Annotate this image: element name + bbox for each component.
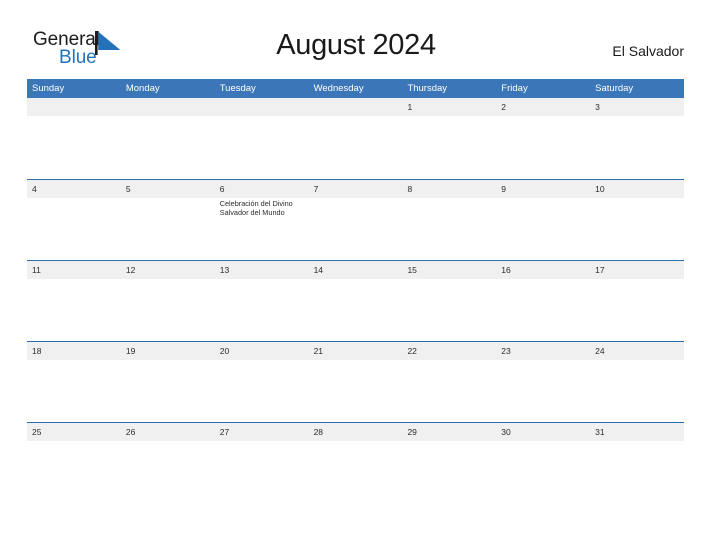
day-number: 20	[219, 346, 230, 356]
weekday-saturday: Saturday	[595, 83, 634, 94]
day-cell[interactable]: 31	[590, 423, 684, 503]
day-number: 26	[125, 427, 136, 437]
weekday-friday: Friday	[501, 83, 528, 94]
calendar-weeks: 1 2 3 4 5 6 Celebración del Divino Salvador de…	[27, 98, 684, 503]
holiday-event: Celebración del Divino Salvador del Mund…	[219, 199, 293, 218]
weekday-monday: Monday	[125, 83, 160, 94]
day-number: 14	[313, 265, 324, 275]
day-cell[interactable]: 30	[496, 423, 590, 503]
week-row: 11 12 13 14 15 16 17	[27, 260, 684, 341]
day-cell[interactable]: 22	[402, 342, 496, 422]
day-cell[interactable]: 20	[215, 342, 309, 422]
day-number: 23	[501, 346, 511, 356]
calendar-grid: Sunday Monday Tuesday Wednesday Thursday…	[27, 79, 684, 503]
country-label: El Salvador	[612, 43, 684, 59]
day-number: 12	[125, 265, 136, 275]
page-header: General Blue August 2024 El Salvador	[0, 0, 712, 79]
day-cell[interactable]: 2	[496, 98, 590, 179]
day-cell[interactable]: 17	[590, 261, 684, 341]
day-number: 27	[219, 427, 230, 437]
day-number: 19	[125, 346, 136, 356]
day-number: 13	[219, 265, 230, 275]
day-cell[interactable]: 14	[309, 261, 403, 341]
day-number	[220, 98, 305, 116]
day-cell[interactable]: 9	[496, 180, 590, 260]
day-number: 6	[219, 184, 225, 194]
day-number: 11	[32, 265, 41, 275]
day-number: 22	[407, 346, 417, 356]
day-number: 10	[595, 184, 605, 194]
day-events: Celebración del Divino Salvador del Mund…	[220, 198, 305, 217]
day-number: 29	[407, 427, 417, 437]
day-number: 1	[407, 102, 413, 112]
day-cell[interactable]: 5	[121, 180, 215, 260]
day-cell[interactable]: 6 Celebración del Divino Salvador del Mun…	[215, 180, 309, 260]
day-cell[interactable]: 25	[27, 423, 121, 503]
week-row: 25 26 27 28 29 30 31	[27, 422, 684, 503]
day-number: 21	[313, 346, 324, 356]
weekday-thursday: Thursday	[407, 83, 448, 94]
day-cell[interactable]: 4	[27, 180, 121, 260]
day-cell[interactable]: 8	[402, 180, 496, 260]
day-number: 15	[407, 265, 417, 275]
day-number	[314, 98, 399, 116]
day-cell[interactable]: 11	[27, 261, 121, 341]
day-number: 5	[125, 184, 131, 194]
day-cell-empty	[121, 98, 215, 179]
day-cell[interactable]: 13	[215, 261, 309, 341]
day-number: 28	[313, 427, 324, 437]
day-cell[interactable]: 7	[309, 180, 403, 260]
page-title: August 2024	[276, 29, 436, 61]
day-number: 16	[501, 265, 511, 275]
day-number: 7	[313, 184, 319, 194]
day-number: 8	[407, 184, 413, 194]
day-cell-empty	[215, 98, 309, 179]
day-cell[interactable]: 23	[496, 342, 590, 422]
day-number: 18	[32, 346, 42, 356]
weekday-sunday: Sunday	[32, 83, 65, 94]
day-cell[interactable]: 19	[121, 342, 215, 422]
week-row: 1 2 3	[27, 98, 684, 179]
day-number: 3	[595, 102, 600, 112]
day-number: 2	[501, 102, 507, 112]
day-number: 17	[595, 265, 605, 275]
day-cell[interactable]: 24	[590, 342, 684, 422]
day-cell[interactable]: 10	[590, 180, 684, 260]
week-row: 18 19 20 21 22 23 24	[27, 341, 684, 422]
day-cell-empty	[27, 98, 121, 179]
day-number	[126, 98, 211, 116]
day-number	[32, 98, 117, 116]
day-number: 30	[501, 427, 511, 437]
day-number: 9	[501, 184, 507, 194]
day-cell[interactable]: 15	[402, 261, 496, 341]
day-number: 31	[595, 427, 605, 437]
day-number: 25	[32, 427, 42, 437]
weekday-wednesday: Wednesday	[313, 83, 364, 94]
day-cell[interactable]: 26	[121, 423, 215, 503]
day-cell[interactable]: 27	[215, 423, 309, 503]
day-number: 4	[32, 184, 37, 194]
day-cell[interactable]: 28	[309, 423, 403, 503]
day-cell[interactable]: 3	[590, 98, 684, 179]
day-cell-empty	[309, 98, 403, 179]
day-cell[interactable]: 29	[402, 423, 496, 503]
weekday-tuesday: Tuesday	[219, 83, 256, 94]
day-cell[interactable]: 1	[402, 98, 496, 179]
day-cell[interactable]: 12	[121, 261, 215, 341]
day-number: 24	[595, 346, 605, 356]
day-cell[interactable]: 18	[27, 342, 121, 422]
weekday-header-row: Sunday Monday Tuesday Wednesday Thursday…	[27, 79, 684, 98]
day-cell[interactable]: 21	[309, 342, 403, 422]
week-row: 4 5 6 Celebración del Divino Salvador del M…	[27, 179, 684, 260]
day-cell[interactable]: 16	[496, 261, 590, 341]
